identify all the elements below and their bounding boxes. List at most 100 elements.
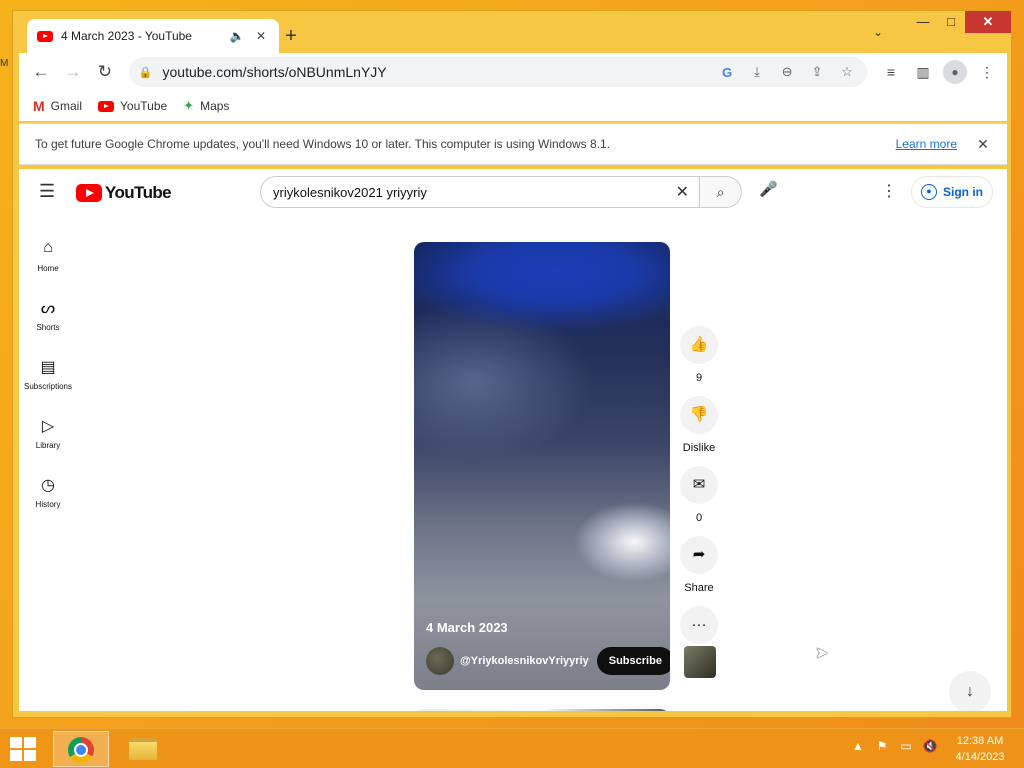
minimize-button[interactable]: —: [909, 11, 937, 33]
guide-item-home[interactable]: ⌂ Home: [19, 229, 77, 288]
search-input[interactable]: yriykolesnikov2021 yriyyriy ✕: [260, 176, 700, 208]
library-icon: ▷: [41, 418, 55, 435]
forward-button[interactable]: →: [59, 58, 87, 86]
media-control-icon[interactable]: ≡: [879, 64, 903, 80]
learn-more-link[interactable]: Learn more: [896, 137, 957, 151]
google-lens-icon[interactable]: G: [717, 65, 737, 80]
sign-in-button[interactable]: ● Sign in: [911, 176, 993, 208]
sign-in-label: Sign in: [943, 185, 983, 199]
bookmark-label: Gmail: [50, 99, 83, 113]
install-icon[interactable]: ⤓: [747, 64, 767, 80]
youtube-page: ☰ YouTube yriykolesnikov2021 yriyyriy ✕ …: [19, 169, 1007, 711]
share-icon[interactable]: ⇪: [807, 64, 827, 80]
bookmark-star-icon[interactable]: ☆: [837, 64, 857, 80]
clock-date: 4/14/2023: [955, 751, 1005, 763]
speaker-icon[interactable]: 🔈: [229, 29, 245, 43]
guide-label: History: [35, 500, 61, 509]
folder-icon: [129, 738, 157, 760]
search-query-text[interactable]: yriykolesnikov2021 yriyyriy: [273, 185, 676, 200]
tab-title: 4 March 2023 - YouTube: [61, 29, 192, 43]
bookmark-gmail[interactable]: M Gmail: [33, 98, 82, 114]
windows-taskbar: ▲ ⚑ ▭ 🔇 12:38 AM 4/14/2023: [0, 728, 1024, 768]
taskbar-chrome[interactable]: [53, 731, 109, 767]
window-controls: — □ ✕: [909, 11, 1011, 33]
system-tray: ▲ ⚑ ▭ 🔇: [850, 739, 938, 753]
guide-item-shorts[interactable]: ᔕ Shorts: [19, 288, 77, 347]
bookmark-youtube[interactable]: YouTube: [98, 99, 167, 113]
taskbar-clock[interactable]: 12:38 AM 4/14/2023: [948, 733, 1012, 765]
bookmark-label: Maps: [200, 99, 230, 113]
youtube-logo-text: YouTube: [105, 183, 172, 202]
sound-thumbnail[interactable]: [684, 646, 716, 678]
maximize-button[interactable]: □: [937, 11, 965, 33]
show-hidden-icons-icon[interactable]: ▲: [850, 739, 866, 753]
more-action: ···: [679, 606, 719, 678]
subscriptions-icon: ▤: [40, 359, 56, 376]
history-icon: ◷: [41, 477, 55, 494]
more-actions-button[interactable]: ···: [680, 606, 718, 644]
browser-tab[interactable]: 4 March 2023 - YouTube 🔈 ✕: [27, 19, 279, 53]
youtube-favicon-icon: [37, 30, 53, 42]
back-button[interactable]: ←: [27, 58, 55, 86]
guide-item-library[interactable]: ▷ Library: [19, 406, 77, 465]
guide-item-subscriptions[interactable]: ▤ Subscriptions: [19, 347, 77, 406]
channel-row: @YriykolesnikovYriyyriy Subscribe: [426, 647, 670, 675]
desktop-edge-text: M: [0, 58, 9, 69]
comment-button[interactable]: ✉: [680, 466, 718, 504]
side-panel-icon[interactable]: ▥: [911, 64, 935, 81]
new-tab-button[interactable]: +: [279, 25, 303, 49]
share-action: ➦ Share: [679, 536, 719, 596]
clear-search-icon[interactable]: ✕: [676, 182, 689, 202]
taskbar-file-explorer[interactable]: [115, 731, 171, 767]
update-infobar: To get future Google Chrome updates, you…: [19, 123, 1007, 165]
address-bar[interactable]: 🔒 youtube.com/shorts/oNBUnmLnYJY G ⤓ ⊖ ⇪…: [128, 57, 868, 87]
next-short-button[interactable]: ↓: [949, 671, 991, 711]
close-window-button[interactable]: ✕: [965, 11, 1011, 33]
lock-icon[interactable]: 🔒: [139, 66, 153, 79]
next-short-preview[interactable]: [414, 709, 670, 711]
more-options-icon[interactable]: ⋮: [881, 181, 897, 201]
youtube-logo-icon: [76, 184, 102, 202]
guide-item-history[interactable]: ◷ History: [19, 465, 77, 524]
microphone-icon[interactable]: 🎤: [759, 180, 778, 198]
tab-search-chevron-icon[interactable]: ⌄: [873, 25, 883, 39]
hamburger-menu-icon[interactable]: ☰: [39, 181, 55, 202]
windows-logo-tile: [10, 750, 22, 761]
bookmarks-bar: M Gmail YouTube ✦ Maps: [19, 91, 1007, 121]
youtube-header: ☰ YouTube yriykolesnikov2021 yriyyriy ✕ …: [19, 169, 1007, 215]
url-text[interactable]: youtube.com/shorts/oNBUnmLnYJY: [163, 64, 708, 80]
like-count: 9: [695, 372, 703, 384]
dislike-label: Dislike: [682, 442, 716, 454]
short-video-player[interactable]: 4 March 2023 @YriykolesnikovYriyyriy Sub…: [414, 242, 670, 690]
dislike-button[interactable]: 👎: [680, 396, 718, 434]
shorts-icon: ᔕ: [40, 300, 56, 317]
channel-avatar[interactable]: [426, 647, 454, 675]
subscribe-button[interactable]: Subscribe: [596, 647, 670, 675]
zoom-icon[interactable]: ⊖: [777, 64, 797, 80]
clock-time: 12:38 AM: [956, 735, 1004, 747]
volume-muted-icon[interactable]: 🔇: [922, 739, 938, 753]
short-title[interactable]: 4 March 2023: [426, 620, 508, 635]
mouse-cursor-icon: ➤: [815, 645, 829, 662]
network-icon[interactable]: ▭: [898, 739, 914, 753]
guide-label: Subscriptions: [23, 382, 73, 391]
bookmark-maps[interactable]: ✦ Maps: [183, 98, 229, 114]
share-button[interactable]: ➦: [680, 536, 718, 574]
action-center-flag-icon[interactable]: ⚑: [874, 739, 890, 753]
infobar-close-icon[interactable]: ✕: [975, 136, 991, 153]
channel-name[interactable]: @YriykolesnikovYriyyriy: [460, 655, 589, 667]
profile-avatar-icon[interactable]: ●: [943, 60, 968, 84]
youtube-logo[interactable]: YouTube: [76, 183, 172, 203]
tab-close-icon[interactable]: ✕: [253, 29, 269, 43]
search-button[interactable]: ⌕: [700, 176, 742, 208]
start-button[interactable]: [10, 737, 38, 761]
short-actions: 👍 9 👎 Dislike ✉ 0 ➦ Share ···: [679, 326, 719, 688]
windows-logo-tile: [10, 737, 22, 748]
browser-menu-icon[interactable]: ⋮: [975, 64, 999, 81]
mini-guide: ⌂ Home ᔕ Shorts ▤ Subscriptions ▷ Librar…: [19, 229, 77, 524]
account-icon: ●: [921, 184, 937, 200]
chrome-icon: [68, 737, 94, 763]
reload-button[interactable]: ↻: [91, 58, 119, 86]
comment-count: 0: [695, 512, 703, 524]
like-button[interactable]: 👍: [680, 326, 718, 364]
